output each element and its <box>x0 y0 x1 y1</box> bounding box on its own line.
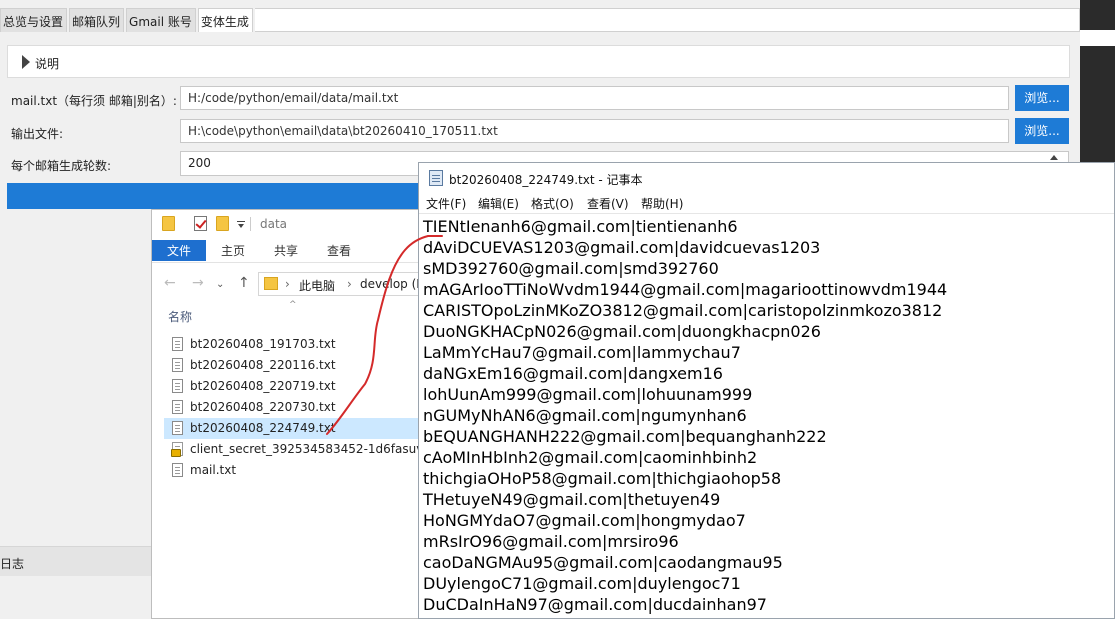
breadcrumb-develop[interactable]: develop (H <box>360 277 422 291</box>
text-line: bEQUANGHANH222@gmail.com|bequanghanh222 <box>423 427 827 446</box>
text-line: caoDaNGMAu95@gmail.com|caodangmau95 <box>423 553 783 572</box>
properties-check-icon[interactable] <box>194 216 207 231</box>
json-file-icon <box>171 442 183 457</box>
file-name: bt20260408_220719.txt <box>190 379 336 393</box>
file-name: mail.txt <box>190 463 237 477</box>
ribbon-tab-share[interactable]: 共享 <box>274 240 298 263</box>
file-item[interactable]: bt20260408_191703.txt <box>164 334 422 355</box>
notepad-menubar: 文件(F) 编辑(E) 格式(O) 查看(V) 帮助(H) <box>419 193 1114 213</box>
menu-help[interactable]: 帮助(H) <box>641 195 683 212</box>
log-section-header: 日志 <box>0 546 160 576</box>
up-arrow-icon[interactable]: ↑ <box>238 275 250 291</box>
text-line: nGUMyNhAN6@gmail.com|ngumynhan6 <box>423 406 747 425</box>
tabbar-fill <box>254 8 1080 32</box>
file-item[interactable]: bt20260408_220116.txt <box>164 355 422 376</box>
file-item[interactable]: bt20260408_220730.txt <box>164 397 422 418</box>
rounds-value: 200 <box>188 156 211 170</box>
mail-browse-button[interactable]: 浏览... <box>1015 85 1069 111</box>
text-line: lohUunAm999@gmail.com|lohuunam999 <box>423 385 753 404</box>
file-item-selected[interactable]: bt20260408_224749.txt <box>164 418 422 439</box>
sort-ascending-icon: ^ <box>289 300 297 310</box>
tab-overview-settings[interactable]: 总览与设置 <box>0 8 68 32</box>
text-line: cAoMInHbInh2@gmail.com|caominhbinh2 <box>423 448 758 467</box>
text-line: CARISTOpoLzinMKoZO3812@gmail.com|caristo… <box>423 301 943 320</box>
breadcrumb-chevron-icon: › <box>347 277 352 291</box>
new-folder-icon[interactable] <box>216 216 229 231</box>
menu-view[interactable]: 查看(V) <box>587 195 629 212</box>
file-item[interactable]: client_secret_392534583452-1d6fasuv... <box>164 439 422 460</box>
text-line: mAGArIooTTiNoWvdm1944@gmail.com|magarioo… <box>423 280 948 299</box>
output-browse-button[interactable]: 浏览... <box>1015 118 1069 144</box>
recent-dropdown-icon[interactable]: ⌄ <box>216 279 224 290</box>
mail-file-label: mail.txt（每行须 邮箱|别名）: <box>11 94 177 108</box>
file-name: bt20260408_191703.txt <box>190 337 336 351</box>
file-name: bt20260408_220116.txt <box>190 358 336 372</box>
rounds-label: 每个邮箱生成轮数: <box>11 159 112 173</box>
background-window-edge <box>1080 0 1115 163</box>
file-explorer-window: data 文件 主页 共享 查看 ← → ⌄ ↑ › 此电脑 › develop… <box>151 209 423 619</box>
text-line: LaMmYcHau7@gmail.com|lammychau7 <box>423 343 741 362</box>
text-line: THetuyeN49@gmail.com|thetuyen49 <box>423 490 721 509</box>
tab-mail-queue[interactable]: 邮箱队列 <box>69 8 125 32</box>
text-line: dAviDCUEVAS1203@gmail.com|davidcuevas120… <box>423 238 821 257</box>
ribbon-tab-file[interactable]: 文件 <box>152 240 206 261</box>
text-line: DuCDaInHaN97@gmail.com|ducdainhan97 <box>423 595 767 614</box>
notepad-title: bt20260408_224749.txt - 记事本 <box>449 173 643 187</box>
notepad-text-area[interactable]: TIENtIenanh6@gmail.com|tientienanh6 dAviD… <box>419 213 1114 618</box>
text-line: thichgiaOHoP58@gmail.com|thichgiaohop58 <box>423 469 782 488</box>
explorer-title: data <box>260 217 288 231</box>
notepad-titlebar: bt20260408_224749.txt - 记事本 <box>419 163 1114 193</box>
log-label: 日志 <box>0 557 25 571</box>
back-arrow-icon[interactable]: ← <box>164 275 176 291</box>
text-line: DuoNGKHACpN026@gmail.com|duongkhacpn026 <box>423 322 821 341</box>
file-item[interactable]: mail.txt <box>164 460 422 481</box>
menu-file[interactable]: 文件(F) <box>426 195 466 212</box>
file-item[interactable]: bt20260408_220719.txt <box>164 376 422 397</box>
notepad-window: bt20260408_224749.txt - 记事本 文件(F) 编辑(E) … <box>418 162 1115 619</box>
mail-file-input[interactable]: H:/code/python/email/data/mail.txt <box>180 86 1009 110</box>
explain-label: 说明 <box>35 57 60 71</box>
spin-up-icon[interactable] <box>1050 155 1058 160</box>
menu-format[interactable]: 格式(O) <box>531 195 574 212</box>
text-file-icon <box>172 379 183 393</box>
ribbon-tab-view[interactable]: 查看 <box>327 240 351 263</box>
text-line: TIENtIenanh6@gmail.com|tientienanh6 <box>423 217 738 236</box>
explorer-ribbon: 文件 主页 共享 查看 <box>152 240 422 263</box>
notepad-icon <box>429 170 443 186</box>
text-file-icon <box>172 400 183 414</box>
tab-gmail-accounts[interactable]: Gmail 账号 <box>126 8 196 32</box>
output-file-input[interactable]: H:\code\python\email\data\bt20260410_170… <box>180 119 1009 143</box>
file-name: bt20260408_220730.txt <box>190 400 336 414</box>
output-file-label: 输出文件: <box>11 127 64 141</box>
folder-icon <box>162 216 175 231</box>
text-line: HoNGMYdaO7@gmail.com|hongmydao7 <box>423 511 746 530</box>
address-bar[interactable]: › 此电脑 › develop (H <box>258 272 422 296</box>
quick-access-dropdown-icon[interactable] <box>237 221 245 229</box>
text-file-icon <box>172 358 183 372</box>
text-line: mRsIrO96@gmail.com|mrsiro96 <box>423 532 679 551</box>
text-file-icon <box>172 463 183 477</box>
main-tabbar: 总览与设置 邮箱队列 Gmail 账号 变体生成 <box>0 8 1080 32</box>
text-line: DUylengoC71@gmail.com|duylengoc71 <box>423 574 741 593</box>
breadcrumb-chevron-icon: › <box>285 277 290 291</box>
expand-triangle-icon[interactable] <box>22 55 30 69</box>
breadcrumb-this-pc[interactable]: 此电脑 <box>299 277 335 294</box>
text-file-icon <box>172 421 183 435</box>
column-header-name[interactable]: 名称 <box>168 308 192 325</box>
tab-variant-generation[interactable]: 变体生成 <box>197 8 253 32</box>
menu-edit[interactable]: 编辑(E) <box>478 195 519 212</box>
explain-section[interactable]: 说明 <box>7 45 1070 78</box>
forward-arrow-icon[interactable]: → <box>192 275 204 291</box>
titlebar-separator <box>250 217 251 231</box>
file-name: bt20260408_224749.txt <box>190 421 336 435</box>
ribbon-tab-home[interactable]: 主页 <box>221 240 245 263</box>
explorer-titlebar: data <box>152 210 422 240</box>
text-line: sMD392760@gmail.com|smd392760 <box>423 259 719 278</box>
folder-icon <box>264 277 278 290</box>
file-name: client_secret_392534583452-1d6fasuv... <box>190 442 423 456</box>
text-file-icon <box>172 337 183 351</box>
text-line: daNGxEm16@gmail.com|dangxem16 <box>423 364 723 383</box>
address-bar-row: ← → ⌄ ↑ › 此电脑 › develop (H <box>152 268 422 300</box>
